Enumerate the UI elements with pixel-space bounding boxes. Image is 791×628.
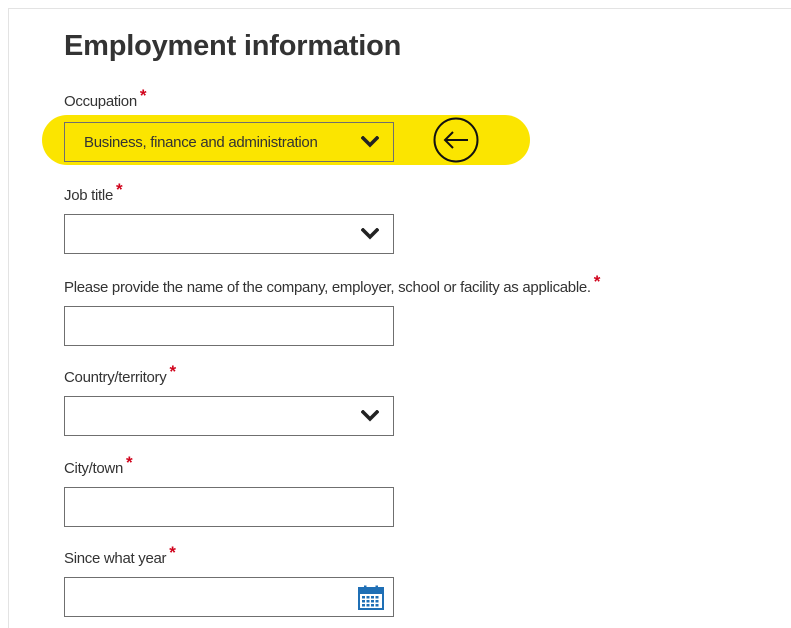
chevron-down-icon bbox=[361, 410, 379, 422]
country-select[interactable] bbox=[64, 396, 394, 436]
required-marker: * bbox=[169, 543, 176, 562]
occupation-value: Business, finance and administration bbox=[84, 134, 318, 151]
required-marker: * bbox=[139, 86, 147, 105]
page-title: Employment information bbox=[64, 30, 402, 62]
job-title-label: Job title * bbox=[64, 180, 123, 205]
required-marker: * bbox=[126, 453, 133, 472]
city-label: City/town * bbox=[64, 453, 133, 478]
chevron-down-icon bbox=[361, 228, 379, 240]
since-year-input[interactable] bbox=[64, 577, 394, 617]
occupation-select[interactable]: Business, finance and administration bbox=[64, 122, 394, 162]
company-input[interactable] bbox=[64, 306, 394, 346]
company-label: Please provide the name of the company, … bbox=[64, 272, 601, 297]
country-label: Country/territory * bbox=[64, 362, 176, 387]
arrow-left-circle-icon bbox=[433, 117, 479, 163]
chevron-down-icon bbox=[361, 136, 379, 148]
occupation-label: Occupation * bbox=[64, 86, 147, 111]
calendar-icon[interactable] bbox=[358, 585, 384, 610]
required-marker: * bbox=[169, 362, 176, 381]
city-input[interactable] bbox=[64, 487, 394, 527]
since-year-label: Since what year * bbox=[64, 543, 176, 568]
required-marker: * bbox=[593, 272, 601, 291]
job-title-select[interactable] bbox=[64, 214, 394, 254]
required-marker: * bbox=[116, 180, 123, 199]
